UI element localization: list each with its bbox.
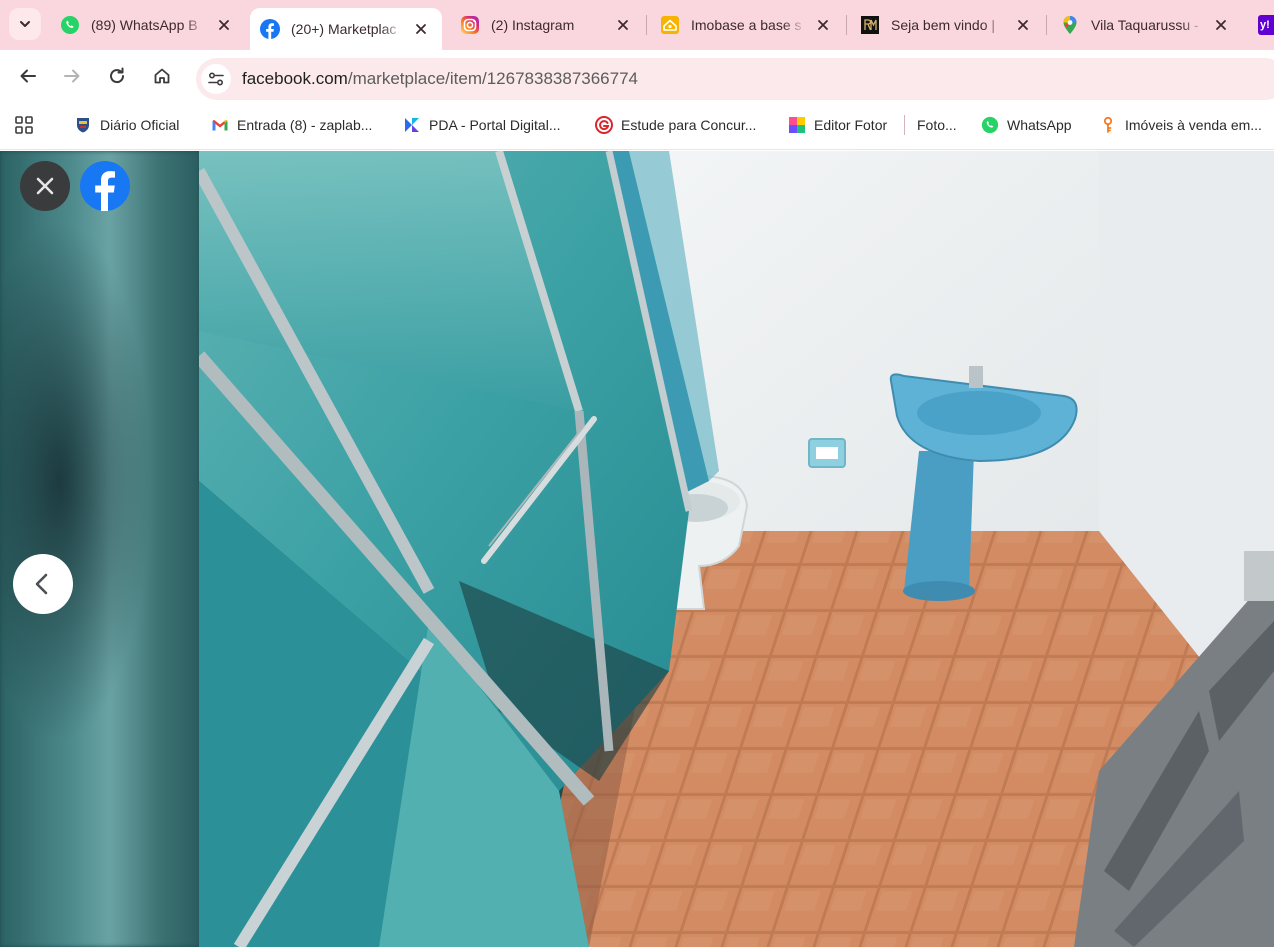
bookmarks-bar: Diário Oficial Entrada (8) - zaplab... P… — [0, 100, 1274, 150]
close-tab-icon[interactable] — [1210, 14, 1232, 36]
tab-whatsapp[interactable]: (89) WhatsApp B — [50, 6, 245, 44]
forward-button[interactable] — [57, 61, 87, 91]
close-tab-icon[interactable] — [213, 14, 235, 36]
tab-separator — [846, 15, 847, 35]
bathroom-photo — [199, 151, 1274, 947]
gmail-icon — [211, 116, 229, 134]
tab-title: Imobase a base s — [691, 17, 802, 33]
reload-button[interactable] — [102, 61, 132, 91]
google-maps-icon — [1060, 15, 1080, 35]
bookmark-estude-concursos[interactable]: Estude para Concur... — [595, 113, 756, 137]
instagram-icon — [460, 15, 480, 35]
bookmark-editor-fotor[interactable]: Editor Fotor — [788, 113, 887, 137]
bookmark-pda-portal[interactable]: PDA - Portal Digital... — [403, 113, 561, 137]
tab-separator — [646, 15, 647, 35]
bookmark-gmail[interactable]: Entrada (8) - zaplab... — [211, 113, 372, 137]
tab-title: (2) Instagram — [491, 17, 575, 33]
bookmark-imoveis[interactable]: Imóveis à venda em... — [1099, 113, 1262, 137]
gran-g-icon — [595, 116, 613, 134]
whatsapp-icon — [60, 15, 80, 35]
tab-separator — [1046, 15, 1047, 35]
apps-grid-icon — [15, 116, 33, 134]
bookmark-label: Estude para Concur... — [621, 117, 757, 133]
kanban-k-icon — [403, 116, 421, 134]
bookmark-label: Diário Oficial — [100, 117, 180, 133]
bookmark-label: Foto... — [917, 117, 957, 133]
url-path: /marketplace/item/1267838387366774 — [347, 69, 638, 88]
coat-of-arms-icon — [74, 116, 92, 134]
close-tab-icon[interactable] — [1012, 14, 1034, 36]
tab-title: (20+) Marketplac — [291, 21, 397, 37]
site-info-button[interactable] — [201, 64, 231, 94]
close-viewer-button[interactable] — [20, 161, 70, 211]
tab-seja-bem-vindo[interactable]: Seja bem vindo | — [850, 6, 1044, 44]
imobase-icon — [660, 15, 680, 35]
back-button[interactable] — [13, 61, 43, 91]
reload-icon — [110, 67, 125, 84]
arrow-left-icon — [20, 69, 36, 83]
bookmark-label: Editor Fotor — [814, 117, 888, 133]
bookmark-label: PDA - Portal Digital... — [429, 117, 561, 133]
close-tab-icon[interactable] — [812, 14, 834, 36]
home-icon — [154, 68, 170, 84]
arrow-right-icon — [64, 69, 80, 83]
tab-title: Seja bem vindo | — [891, 17, 996, 33]
bookmark-whatsapp[interactable]: WhatsApp — [981, 113, 1072, 137]
previous-photo-button[interactable] — [13, 554, 73, 614]
bookmark-foto[interactable]: Foto... — [917, 113, 957, 137]
tab-title: Vila Taquarussu - — [1091, 17, 1199, 33]
rm-logo-icon — [860, 15, 880, 35]
key-icon — [1099, 116, 1117, 134]
facebook-home-link[interactable] — [80, 161, 130, 211]
tab-instagram[interactable]: (2) Instagram — [450, 6, 644, 44]
marketplace-photo-viewer — [0, 151, 1274, 947]
url-host: facebook.com — [242, 69, 348, 88]
tune-icon — [208, 72, 224, 86]
facebook-logo-icon — [80, 161, 130, 211]
bookmark-label: Entrada (8) - zaplab... — [237, 117, 373, 133]
bookmark-separator — [904, 115, 905, 135]
whatsapp-icon — [981, 116, 999, 134]
facebook-icon — [260, 19, 280, 39]
blurred-background — [0, 151, 200, 947]
bookmark-label: Imóveis à venda em... — [1125, 117, 1262, 133]
bookmark-label: WhatsApp — [1007, 117, 1072, 133]
home-button[interactable] — [147, 61, 177, 91]
tab-vila-taquarussu[interactable]: Vila Taquarussu - — [1050, 6, 1242, 44]
tab-strip: (89) WhatsApp B (20+) Marketplac (2) Ins… — [0, 0, 1274, 50]
yahoo-icon[interactable]: y! — [1258, 15, 1274, 35]
tab-title: (89) WhatsApp B — [91, 17, 198, 33]
close-tab-icon[interactable] — [612, 14, 634, 36]
browser-toolbar: facebook.com/marketplace/item/1267838387… — [0, 50, 1274, 100]
fotor-icon — [788, 116, 806, 134]
url-text[interactable]: facebook.com/marketplace/item/1267838387… — [242, 69, 638, 89]
close-tab-icon[interactable] — [410, 18, 432, 40]
chevron-down-icon — [20, 21, 30, 27]
apps-button[interactable] — [14, 113, 34, 137]
tab-search-button[interactable] — [9, 8, 41, 40]
address-bar[interactable]: facebook.com/marketplace/item/1267838387… — [196, 58, 1274, 100]
tab-facebook-marketplace[interactable]: (20+) Marketplac — [250, 8, 442, 50]
chevron-left-icon — [35, 573, 48, 595]
bookmark-diario-oficial[interactable]: Diário Oficial — [74, 113, 179, 137]
tab-imobase[interactable]: Imobase a base s — [650, 6, 844, 44]
close-icon — [36, 177, 54, 195]
